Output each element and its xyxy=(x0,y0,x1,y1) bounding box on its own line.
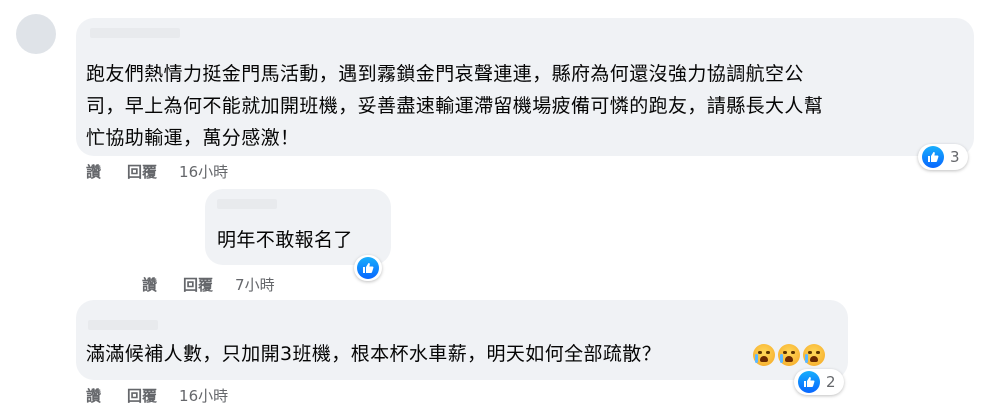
comment-bubble-1: 跑友們熱情力挺金門馬活動，遇到霧鎖金門哀聲連連，縣府為何還沒強力協調航空公 司，… xyxy=(76,18,974,156)
reply-button[interactable]: 回覆 xyxy=(127,161,157,182)
like-button[interactable]: 讚 xyxy=(86,161,101,182)
like-icon xyxy=(798,371,820,393)
author-name-redacted[interactable] xyxy=(90,28,180,38)
like-icon xyxy=(922,146,944,168)
reaction-summary[interactable]: 3 xyxy=(918,144,968,170)
reply-button[interactable]: 回覆 xyxy=(183,274,213,295)
comment-line: 忙協助輸運，萬分感激！ xyxy=(86,127,300,149)
like-button[interactable]: 讚 xyxy=(142,274,157,295)
reaction-count: 3 xyxy=(950,148,960,166)
reaction-count: 2 xyxy=(826,373,836,391)
comment-actions-1: 讚 回覆 16小時 xyxy=(86,161,228,182)
timestamp[interactable]: 16小時 xyxy=(179,385,228,406)
like-icon xyxy=(357,257,379,279)
comment-line: 滿滿候補人數，只加開3班機，根本杯水車薪，明天如何全部疏散？ xyxy=(86,343,662,365)
crying-face-icon xyxy=(803,344,825,366)
timestamp[interactable]: 16小時 xyxy=(179,161,228,182)
like-button[interactable]: 讚 xyxy=(86,385,101,406)
crying-face-icon xyxy=(753,344,775,366)
author-name-redacted[interactable] xyxy=(88,320,158,330)
emoji-group xyxy=(750,344,825,366)
comment-line: 司，早上為何不能就加開班機，妥善盡速輸運滯留機場疲備可憐的跑友，請縣長大人幫 xyxy=(86,95,824,117)
comment-bubble-2: 明年不敢報名了 xyxy=(205,189,391,265)
reaction-summary[interactable] xyxy=(354,255,382,281)
comment-actions-2: 讚 回覆 7小時 xyxy=(142,274,275,295)
comment-bubble-3: 滿滿候補人數，只加開3班機，根本杯水車薪，明天如何全部疏散？ xyxy=(76,300,848,380)
reaction-summary[interactable]: 2 xyxy=(794,369,844,395)
comment-actions-3: 讚 回覆 16小時 xyxy=(86,385,228,406)
crying-face-icon xyxy=(778,344,800,366)
author-name-redacted[interactable] xyxy=(217,199,277,209)
comment-line: 跑友們熱情力挺金門馬活動，遇到霧鎖金門哀聲連連，縣府為何還沒強力協調航空公 xyxy=(86,63,804,85)
avatar[interactable] xyxy=(16,14,56,54)
timestamp[interactable]: 7小時 xyxy=(235,274,275,295)
reply-button[interactable]: 回覆 xyxy=(127,385,157,406)
comment-line: 明年不敢報名了 xyxy=(217,229,353,251)
